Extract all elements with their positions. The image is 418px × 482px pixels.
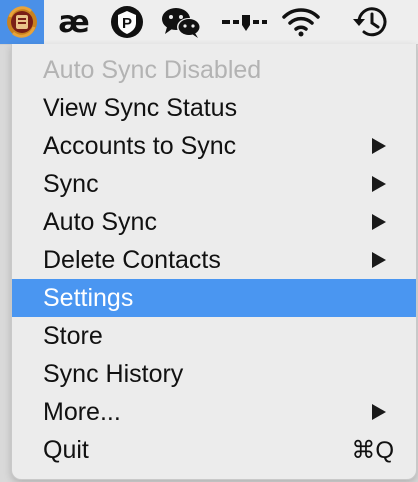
menu-item-label: Sync History: [43, 359, 184, 388]
menu-item-label: Auto Sync Disabled: [43, 55, 262, 84]
submenu-arrow-icon: [372, 252, 386, 268]
keyboard-shortcut: ⌘Q: [351, 436, 394, 464]
menu-item-settings[interactable]: Settings: [12, 279, 416, 317]
menu-item-accounts-to-sync[interactable]: Accounts to Sync: [12, 127, 416, 165]
wechat-icon[interactable]: [158, 0, 204, 44]
menu-item-sync-history[interactable]: Sync History: [12, 355, 416, 393]
menu-bar: æ P: [0, 0, 418, 45]
contacts-sync-app-icon[interactable]: [0, 0, 44, 44]
menu-item-label: Auto Sync: [43, 207, 157, 236]
p-shield-icon[interactable]: P: [107, 0, 147, 44]
sync-app-menu: Auto Sync Disabled View Sync Status Acco…: [11, 44, 417, 480]
menu-item-delete-contacts[interactable]: Delete Contacts: [12, 241, 416, 279]
svg-text:P: P: [122, 15, 132, 32]
ae-icon[interactable]: æ: [56, 0, 92, 44]
menu-item-label: View Sync Status: [43, 93, 238, 122]
ae-glyph: æ: [58, 4, 90, 40]
menu-item-auto-sync[interactable]: Auto Sync: [12, 203, 416, 241]
menu-item-sync[interactable]: Sync: [12, 165, 416, 203]
menu-item-view-sync-status[interactable]: View Sync Status: [12, 89, 416, 127]
wifi-icon[interactable]: [279, 0, 323, 44]
submenu-arrow-icon: [372, 404, 386, 420]
audio-slider-icon[interactable]: [219, 0, 269, 44]
submenu-arrow-icon: [372, 138, 386, 154]
menu-item-label: Accounts to Sync: [43, 131, 237, 160]
submenu-arrow-icon: [372, 214, 386, 230]
menu-item-label: Delete Contacts: [43, 245, 221, 274]
menu-item-store[interactable]: Store: [12, 317, 416, 355]
menu-item-label: More...: [43, 397, 121, 426]
menu-item-label: Sync: [43, 169, 99, 198]
time-machine-icon[interactable]: [348, 0, 392, 44]
menu-item-more[interactable]: More...: [12, 393, 416, 431]
menu-item-label: Store: [43, 321, 103, 350]
menu-item-quit[interactable]: Quit ⌘Q: [12, 431, 416, 469]
menu-item-label: Settings: [43, 283, 134, 312]
submenu-arrow-icon: [372, 176, 386, 192]
menu-item-auto-sync-disabled: Auto Sync Disabled: [12, 51, 416, 89]
menu-item-label: Quit: [43, 435, 89, 464]
